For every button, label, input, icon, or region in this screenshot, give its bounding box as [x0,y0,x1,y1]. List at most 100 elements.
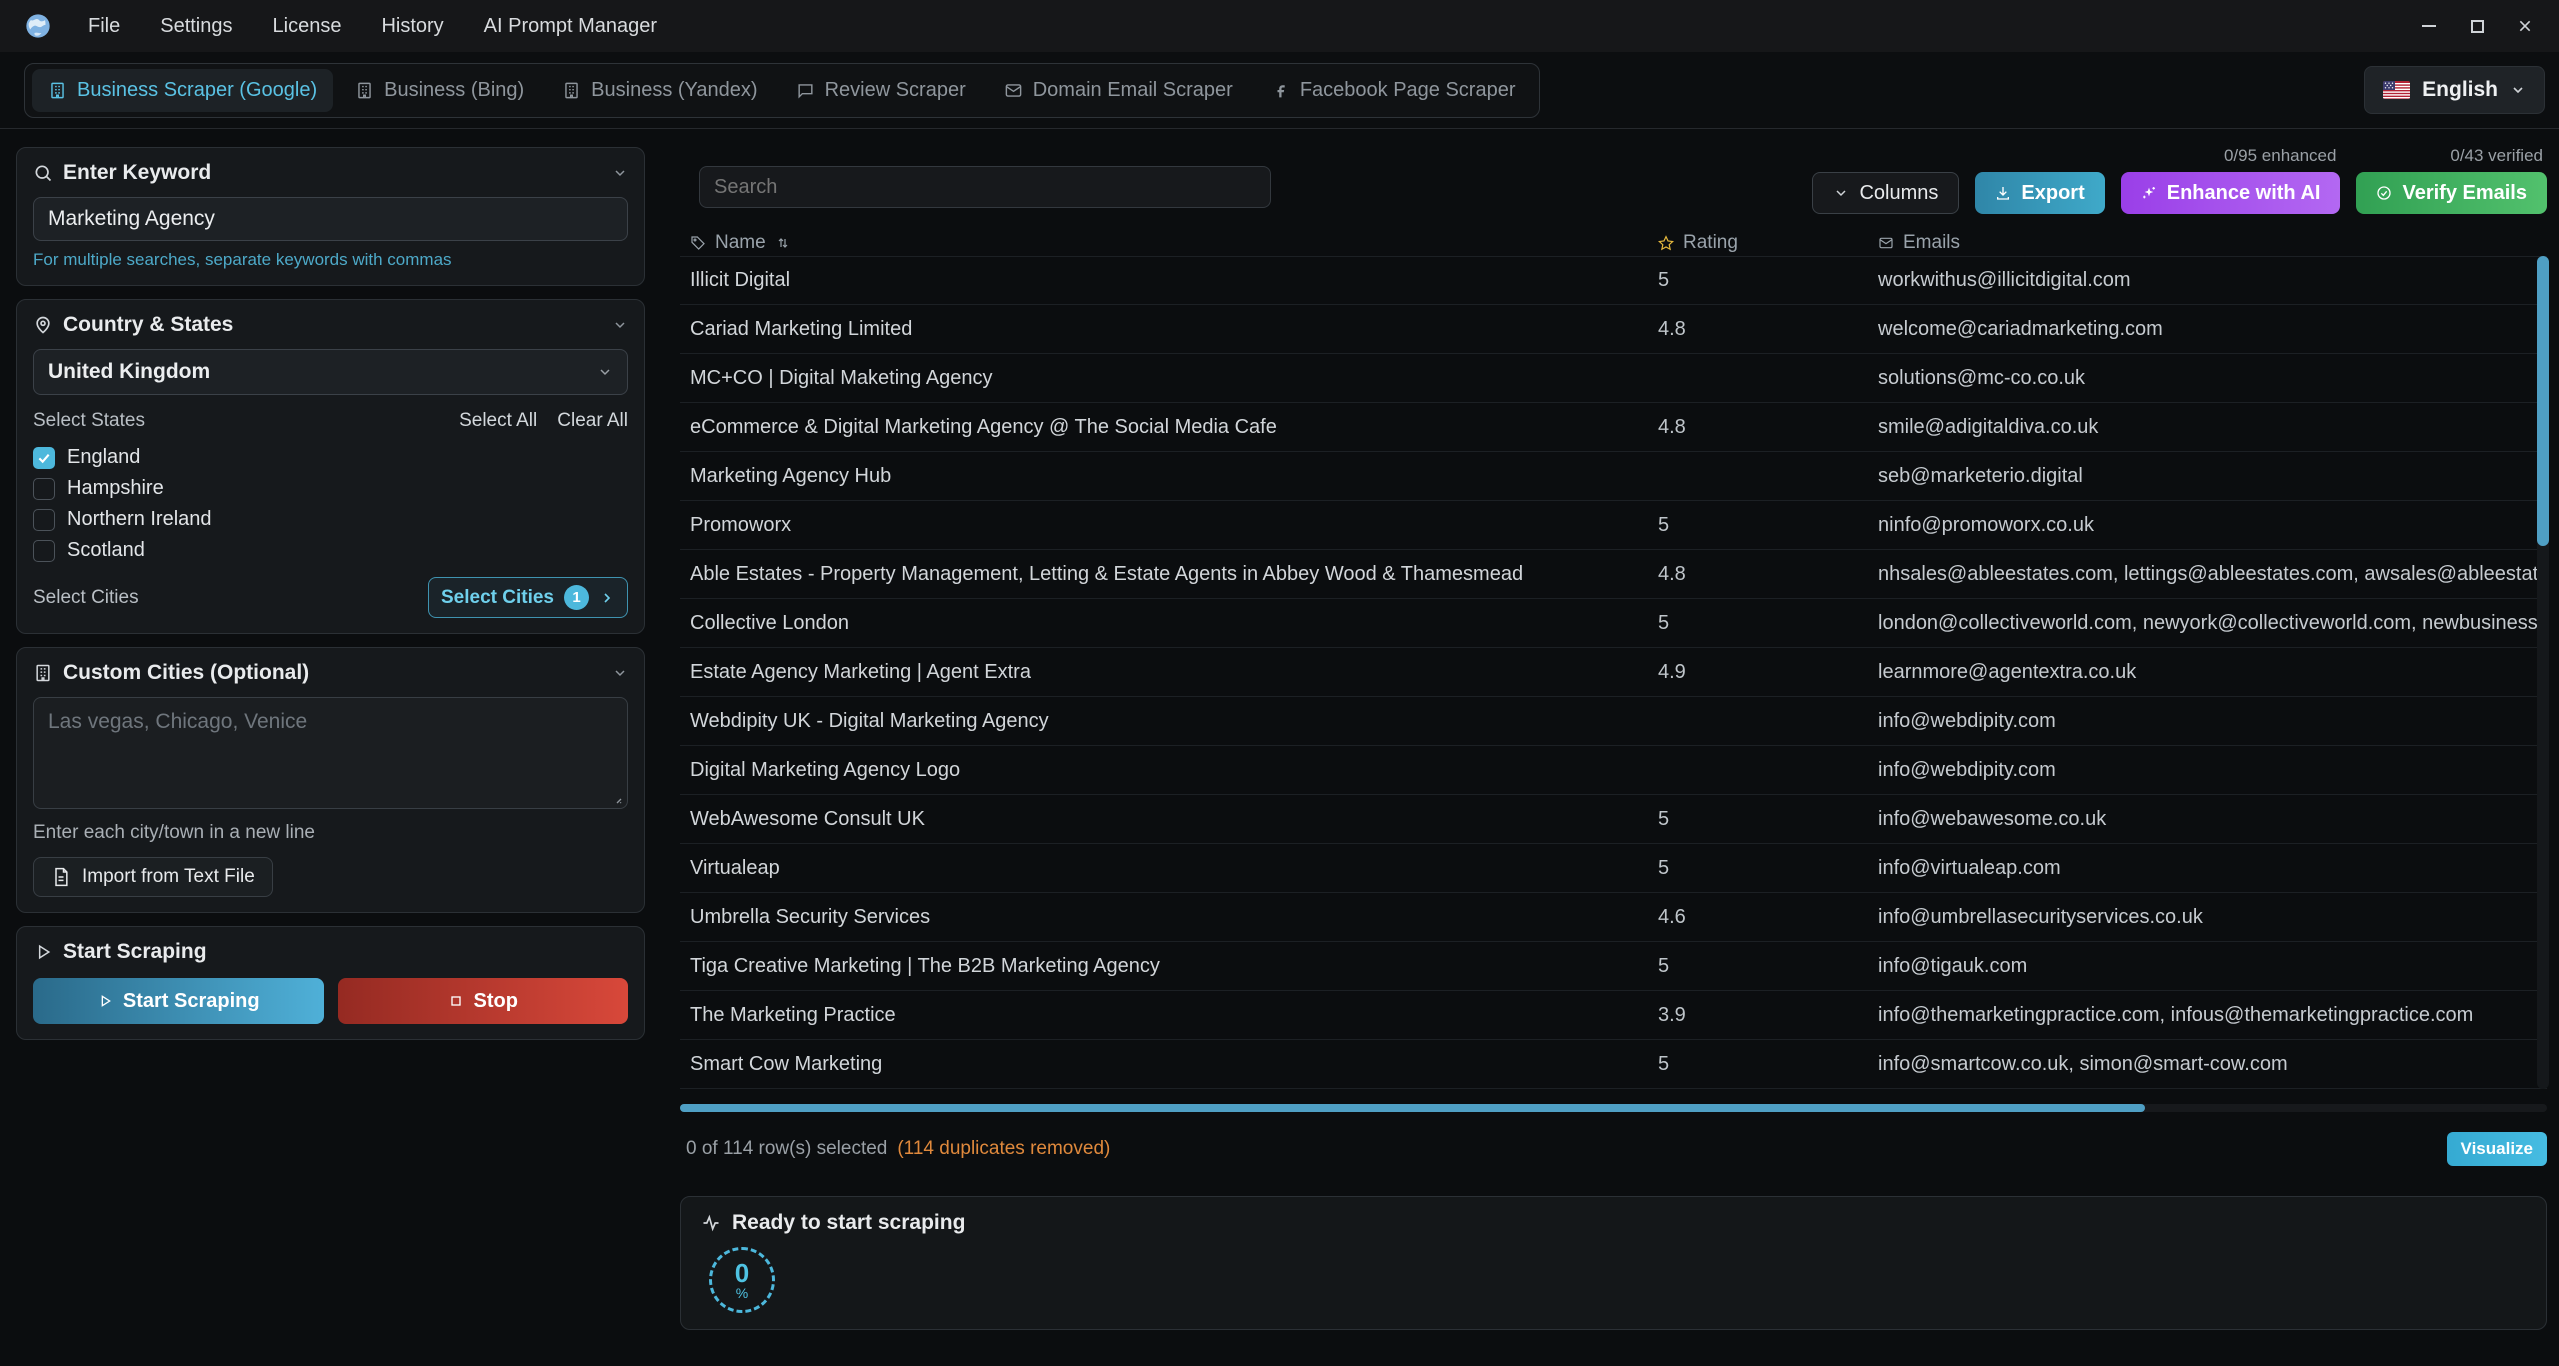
rating-column-header[interactable]: Rating [1648,232,1868,254]
cell-name: Tiga Creative Marketing | The B2B Market… [680,955,1648,978]
state-item[interactable]: Hampshire [33,473,628,504]
table-row[interactable]: eCommerce & Digital Marketing Agency @ T… [680,403,2547,452]
states-header: Select States Select All Clear All [33,410,628,432]
spacer [1955,146,1959,166]
stop-button[interactable]: Stop [338,978,629,1024]
select-cities-button-label: Select Cities [441,587,554,609]
resize-handle[interactable] [607,789,623,805]
country-select[interactable]: United Kingdom [33,349,628,395]
select-states-label: Select States [33,410,145,432]
results-table: Name Rating Emails Illicit Digital 5 wor… [680,230,2547,1089]
keyword-input[interactable] [33,197,628,241]
cell-emails: info@themarketingpractice.com, infous@th… [1868,1004,2547,1027]
columns-button[interactable]: Columns [1812,172,1959,214]
table-row[interactable]: Estate Agency Marketing | Agent Extra 4.… [680,648,2547,697]
cell-name: Umbrella Security Services [680,906,1648,929]
tab-bar: Business Scraper (Google) Business (Bing… [0,52,2559,129]
rows-selected-text: 0 of 114 row(s) selected [686,1138,887,1160]
scraper-tab[interactable]: Business (Yandex) [546,69,773,112]
state-checkbox[interactable] [33,478,55,500]
table-row[interactable]: Illicit Digital 5 workwithus@illicitdigi… [680,256,2547,305]
custom-cities-header[interactable]: Custom Cities (Optional) [33,661,628,685]
menu-item[interactable]: Settings [160,15,232,38]
cell-emails: nhsales@ableestates.com, lettings@ablees… [1868,563,2547,586]
horizontal-scrollbar[interactable] [680,1104,2547,1112]
select-cities-button[interactable]: Select Cities 1 [428,577,628,618]
import-text-file-button[interactable]: Import from Text File [33,857,273,897]
clear-all-link[interactable]: Clear All [557,410,628,432]
rating-column-label: Rating [1683,232,1738,254]
visualize-button[interactable]: Visualize [2447,1132,2547,1166]
state-item[interactable]: England [33,442,628,473]
maximize-icon [2471,20,2484,33]
keyword-card-header[interactable]: Enter Keyword [33,161,628,185]
cell-emails: solutions@mc-co.co.uk [1868,367,2547,390]
language-selector[interactable]: English [2364,66,2545,114]
vertical-scrollbar[interactable] [2537,256,2549,1089]
table-row[interactable]: Smart Cow Marketing 5 info@smartcow.co.u… [680,1040,2547,1089]
start-scraping-button[interactable]: Start Scraping [33,978,324,1024]
menu-item[interactable]: History [381,15,443,38]
states-list: England Hampshire Northern Ireland [33,442,628,566]
table-row[interactable]: Collective London 5 london@collectivewor… [680,599,2547,648]
verify-emails-button[interactable]: Verify Emails [2356,172,2547,214]
country-title: Country & States [63,313,233,337]
table-row[interactable]: Cariad Marketing Limited 4.8 welcome@car… [680,305,2547,354]
table-header: Name Rating Emails [680,230,2547,256]
table-row[interactable]: WebAwesome Consult UK 5 info@webawesome.… [680,795,2547,844]
vertical-scrollbar-thumb[interactable] [2537,256,2549,546]
table-row[interactable]: Promoworx 5 ninfo@promoworx.co.uk [680,501,2547,550]
cell-rating: 5 [1648,857,1868,880]
cell-name: Smart Cow Marketing [680,1053,1648,1076]
table-row[interactable]: Virtualeap 5 info@virtualeap.com [680,844,2547,893]
table-row[interactable]: MC+CO | Digital Maketing Agency solution… [680,354,2547,403]
menu-item[interactable]: AI Prompt Manager [484,15,657,38]
name-column-header[interactable]: Name [680,232,1648,254]
table-row[interactable]: Able Estates - Property Management, Lett… [680,550,2547,599]
progress-unit: % [736,1286,748,1300]
scraper-tab[interactable]: Review Scraper [780,69,982,112]
menu-item[interactable]: License [273,15,342,38]
table-row[interactable]: Digital Marketing Agency Logo info@webdi… [680,746,2547,795]
scraper-tab[interactable]: Domain Email Scraper [988,69,1249,112]
table-row[interactable]: Umbrella Security Services 4.6 info@umbr… [680,893,2547,942]
state-item[interactable]: Northern Ireland [33,504,628,535]
search-input[interactable] [699,166,1271,208]
cell-rating: 4.6 [1648,906,1868,929]
maximize-button[interactable] [2457,9,2497,43]
table-row[interactable]: Tiga Creative Marketing | The B2B Market… [680,942,2547,991]
state-checkbox[interactable] [33,509,55,531]
close-button[interactable] [2505,9,2545,43]
state-checkbox[interactable] [33,540,55,562]
scraper-tab[interactable]: Facebook Page Scraper [1255,69,1532,112]
emails-column-header[interactable]: Emails [1868,232,2547,254]
sort-icon[interactable] [775,235,791,251]
cell-name: Illicit Digital [680,269,1648,292]
file-icon [51,867,71,887]
state-checkbox[interactable] [33,447,55,469]
menu-item[interactable]: File [88,15,120,38]
custom-cities-textarea[interactable] [33,697,628,809]
country-card-header[interactable]: Country & States [33,313,628,337]
table-row[interactable]: The Marketing Practice 3.9 info@themarke… [680,991,2547,1040]
scraper-tab[interactable]: Business Scraper (Google) [32,69,333,112]
state-item[interactable]: Scotland [33,535,628,566]
horizontal-scrollbar-thumb[interactable] [680,1104,2145,1112]
building-icon [48,81,67,100]
minimize-button[interactable] [2409,9,2449,43]
table-row[interactable]: Marketing Agency Hub seb@marketerio.digi… [680,452,2547,501]
select-all-link[interactable]: Select All [459,410,537,432]
chevron-right-icon [599,590,615,606]
enhance-with-ai-button[interactable]: Enhance with AI [2121,172,2341,214]
state-label: Hampshire [67,477,164,500]
export-button[interactable]: Export [1975,172,2104,214]
cell-rating: 3.9 [1648,1004,1868,1027]
scraper-tab[interactable]: Business (Bing) [339,69,540,112]
cell-name: Digital Marketing Agency Logo [680,759,1648,782]
cell-rating: 5 [1648,955,1868,978]
cell-rating: 4.9 [1648,661,1868,684]
stop-button-label: Stop [474,990,518,1013]
table-row[interactable]: Webdipity UK - Digital Marketing Agency … [680,697,2547,746]
progress-panel: Ready to start scraping 0 % [680,1196,2547,1330]
building-icon [355,81,374,100]
